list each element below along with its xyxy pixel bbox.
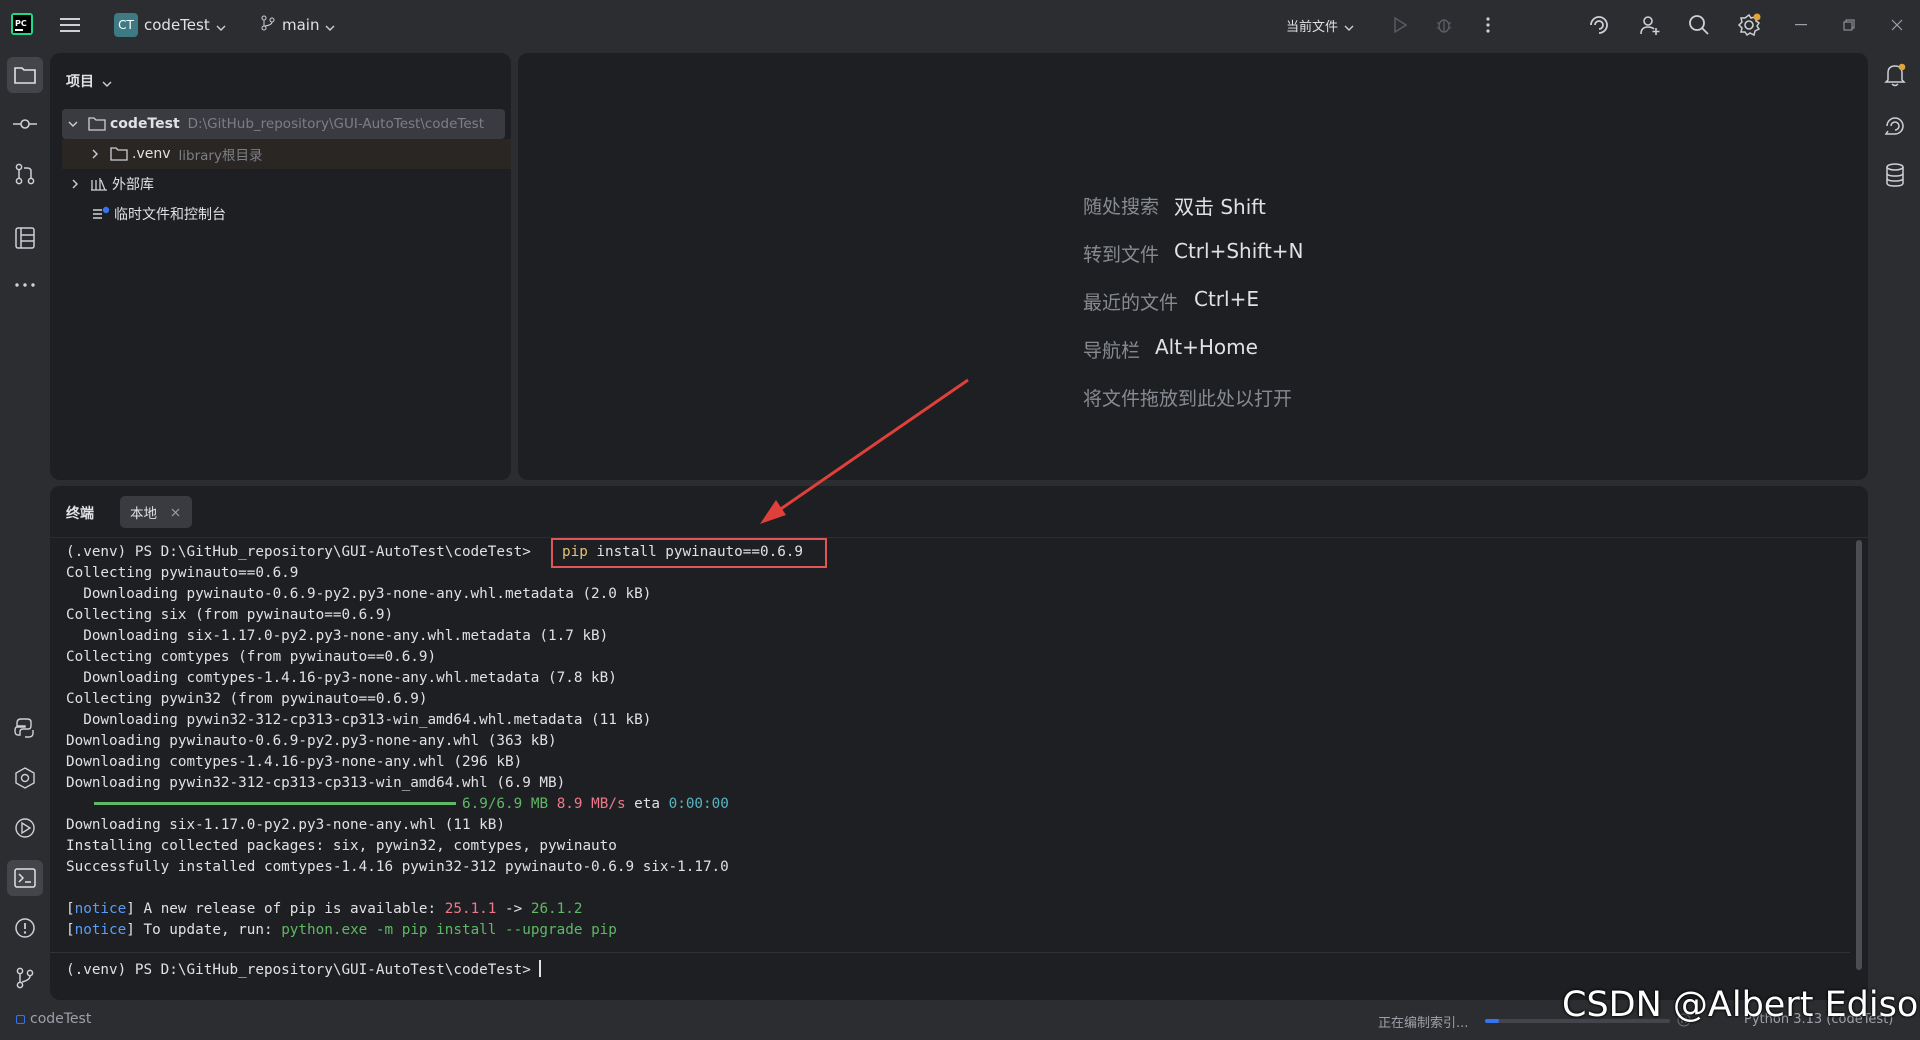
status-project[interactable]: codeTest (16, 1011, 91, 1027)
indexing-progress-fill (1485, 1019, 1499, 1023)
annotation-arrow (760, 378, 969, 524)
watermark: CSDN @Albert Edison (1562, 985, 1920, 1025)
project-square-icon (16, 1014, 25, 1024)
indexing-status: 正在编制索引... (1378, 1016, 1469, 1031)
status-project-name: codeTest (30, 1011, 92, 1027)
